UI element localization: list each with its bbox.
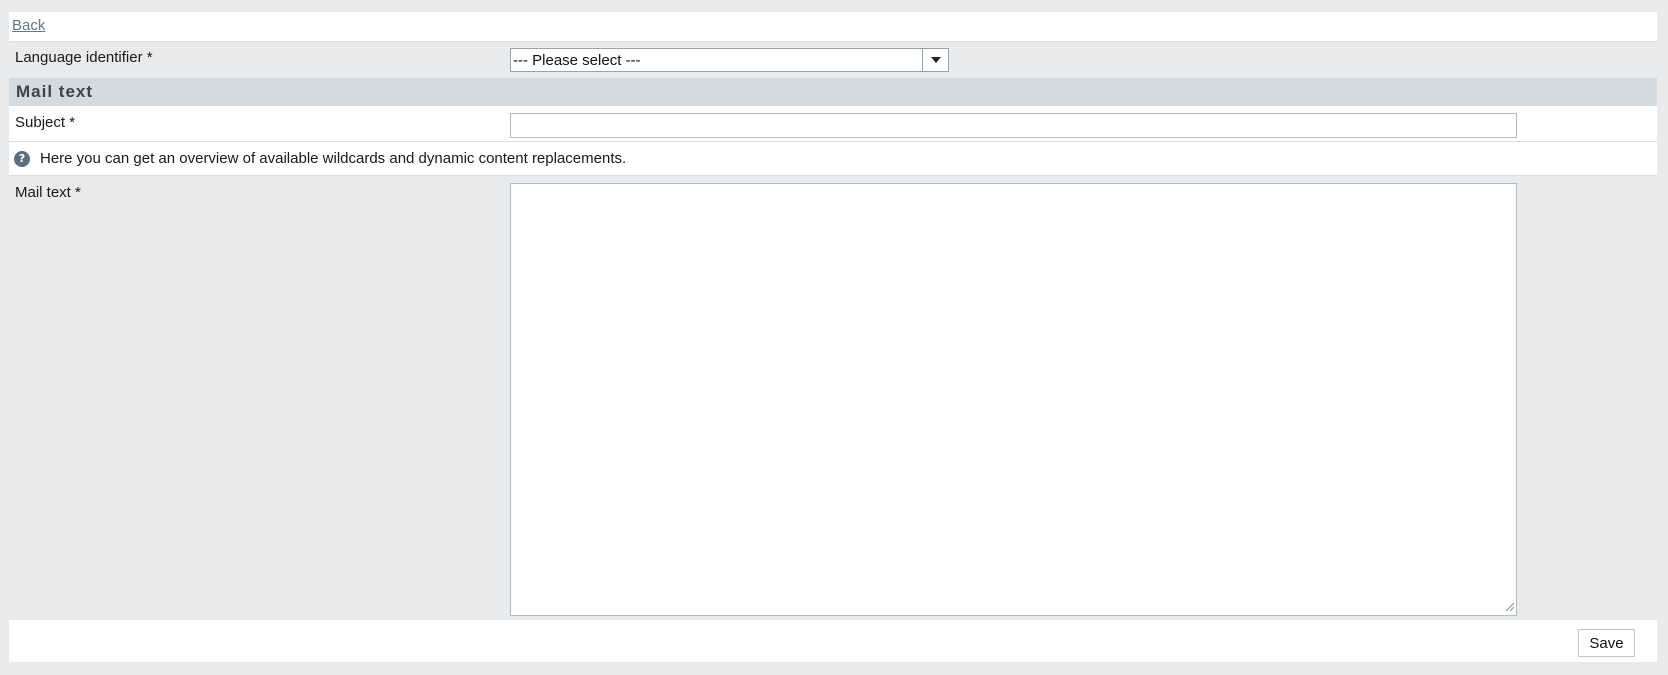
section-title: Mail text bbox=[16, 82, 94, 101]
mail-text-row: Mail text * bbox=[9, 176, 1657, 616]
mail-text-textarea[interactable] bbox=[510, 183, 1517, 616]
mail-template-form: Back Language identifier * --- Please se… bbox=[9, 12, 1657, 662]
language-select-value: --- Please select --- bbox=[513, 52, 641, 69]
wildcards-help-text: Here you can get an overview of availabl… bbox=[40, 150, 627, 167]
mail-text-label: Mail text * bbox=[15, 184, 81, 201]
language-row: Language identifier * --- Please select … bbox=[9, 42, 1657, 80]
subject-row: Subject * bbox=[9, 106, 1657, 142]
language-identifier-label: Language identifier * bbox=[15, 49, 153, 66]
save-button[interactable]: Save bbox=[1578, 629, 1635, 657]
help-circle-icon[interactable]: ? bbox=[14, 151, 30, 167]
subject-label: Subject * bbox=[15, 114, 76, 131]
footer-row: Save bbox=[9, 620, 1657, 662]
back-link[interactable]: Back bbox=[12, 17, 45, 34]
back-row: Back bbox=[9, 12, 1657, 42]
subject-input[interactable] bbox=[510, 113, 1517, 138]
resize-handle-icon[interactable] bbox=[1505, 602, 1515, 612]
language-identifier-select[interactable]: --- Please select --- bbox=[510, 48, 949, 72]
section-header: Mail text bbox=[9, 78, 1657, 106]
info-row: ? Here you can get an overview of availa… bbox=[9, 142, 1657, 176]
chevron-down-icon[interactable] bbox=[922, 49, 948, 71]
